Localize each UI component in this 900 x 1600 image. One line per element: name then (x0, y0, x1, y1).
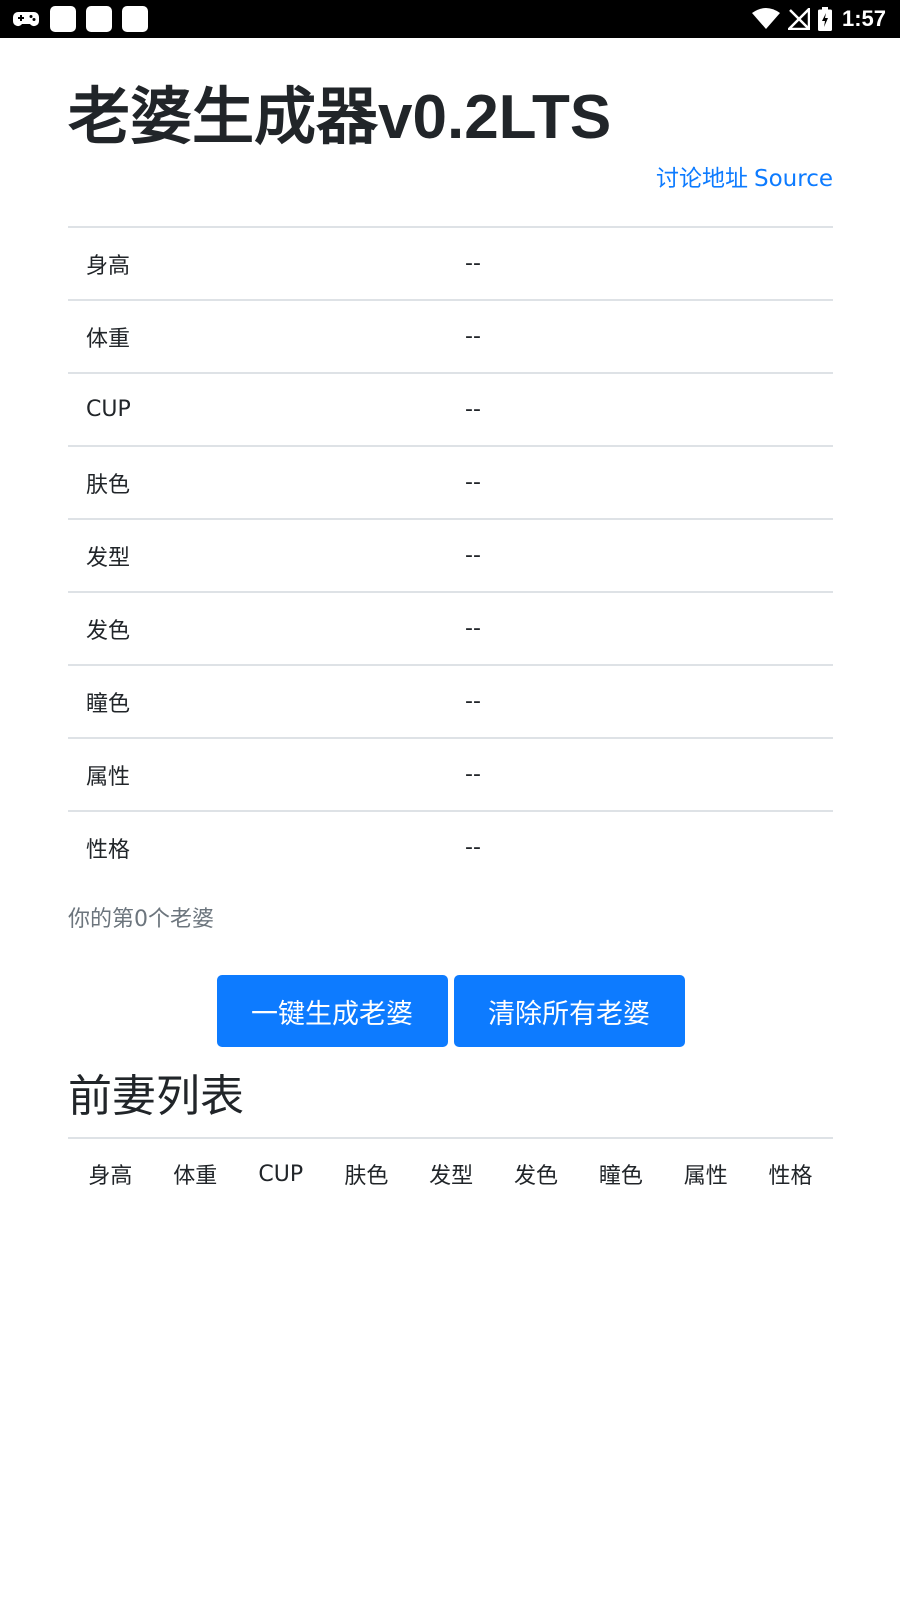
attribute-label: 发色 (68, 591, 448, 665)
attribute-label: CUP (68, 372, 448, 446)
discussion-link[interactable]: 讨论地址 (656, 166, 748, 192)
attribute-label: 性格 (68, 810, 448, 883)
wife-counter: 你的第0个老婆 (68, 907, 214, 932)
history-header-row: 身高 体重 CUP 肤色 发型 发色 瞳色 属性 性格 (68, 1137, 833, 1209)
column-header: 发型 (408, 1137, 494, 1209)
attribute-row-hairstyle: 发型 -- (68, 518, 833, 592)
attribute-value: -- (448, 664, 833, 738)
generate-button[interactable]: 一键生成老婆 (216, 975, 448, 1047)
history-table: 身高 体重 CUP 肤色 发型 发色 瞳色 属性 性格 (68, 1137, 833, 1209)
page-title: 老婆生成器v0.2LTS (68, 83, 612, 152)
status-bar: 1:57 (0, 0, 900, 38)
column-header: 属性 (663, 1137, 749, 1209)
attribute-label: 属性 (68, 737, 448, 811)
app-icon (86, 6, 112, 32)
attribute-value: -- (448, 226, 833, 300)
attribute-row-attribute: 属性 -- (68, 737, 833, 811)
attribute-value: -- (448, 372, 833, 446)
column-header: 发色 (493, 1137, 579, 1209)
attribute-value: -- (448, 591, 833, 665)
attribute-value: -- (448, 737, 833, 811)
main-content: 老婆生成器v0.2LTS 讨论地址 Source 身高 -- 体重 -- CUP … (68, 38, 833, 1209)
attribute-row-cup: CUP -- (68, 372, 833, 446)
clear-all-button[interactable]: 清除所有老婆 (453, 975, 685, 1047)
action-buttons: 一键生成老婆 清除所有老婆 (68, 975, 833, 1047)
attribute-label: 身高 (68, 226, 448, 300)
attribute-table: 身高 -- 体重 -- CUP -- 肤色 -- 发型 -- 发色 -- 瞳色 … (68, 226, 833, 883)
header-links: 讨论地址 Source (68, 164, 833, 226)
column-header: 身高 (68, 1137, 153, 1209)
attribute-label: 肤色 (68, 445, 448, 519)
app-icon (122, 6, 148, 32)
attribute-label: 瞳色 (68, 664, 448, 738)
column-header: 肤色 (323, 1137, 409, 1209)
column-header: 瞳色 (578, 1137, 664, 1209)
clock: 1:57 (841, 6, 886, 31)
attribute-value: -- (448, 299, 833, 373)
source-link[interactable]: Source (754, 166, 833, 192)
column-header: 性格 (748, 1137, 833, 1209)
attribute-row-weight: 体重 -- (68, 299, 833, 373)
column-header: 体重 (152, 1137, 238, 1209)
attribute-label: 体重 (68, 299, 448, 373)
history-title: 前妻列表 (68, 1071, 244, 1122)
column-header: CUP (237, 1137, 324, 1209)
no-signal-icon (787, 8, 810, 30)
wifi-icon (751, 8, 780, 29)
attribute-value: -- (448, 445, 833, 519)
attribute-value: -- (448, 810, 833, 883)
app-icon (50, 6, 76, 32)
attribute-row-height: 身高 -- (68, 226, 833, 300)
attribute-label: 发型 (68, 518, 448, 592)
attribute-row-hair-color: 发色 -- (68, 591, 833, 665)
attribute-row-eye-color: 瞳色 -- (68, 664, 833, 738)
attribute-value: -- (448, 518, 833, 592)
gamepad-icon (13, 12, 39, 26)
notification-icons (12, 6, 148, 32)
battery-icon (817, 7, 832, 31)
attribute-row-skin: 肤色 -- (68, 445, 833, 519)
system-icons: 1:57 (751, 4, 886, 34)
attribute-row-personality: 性格 -- (68, 810, 833, 883)
